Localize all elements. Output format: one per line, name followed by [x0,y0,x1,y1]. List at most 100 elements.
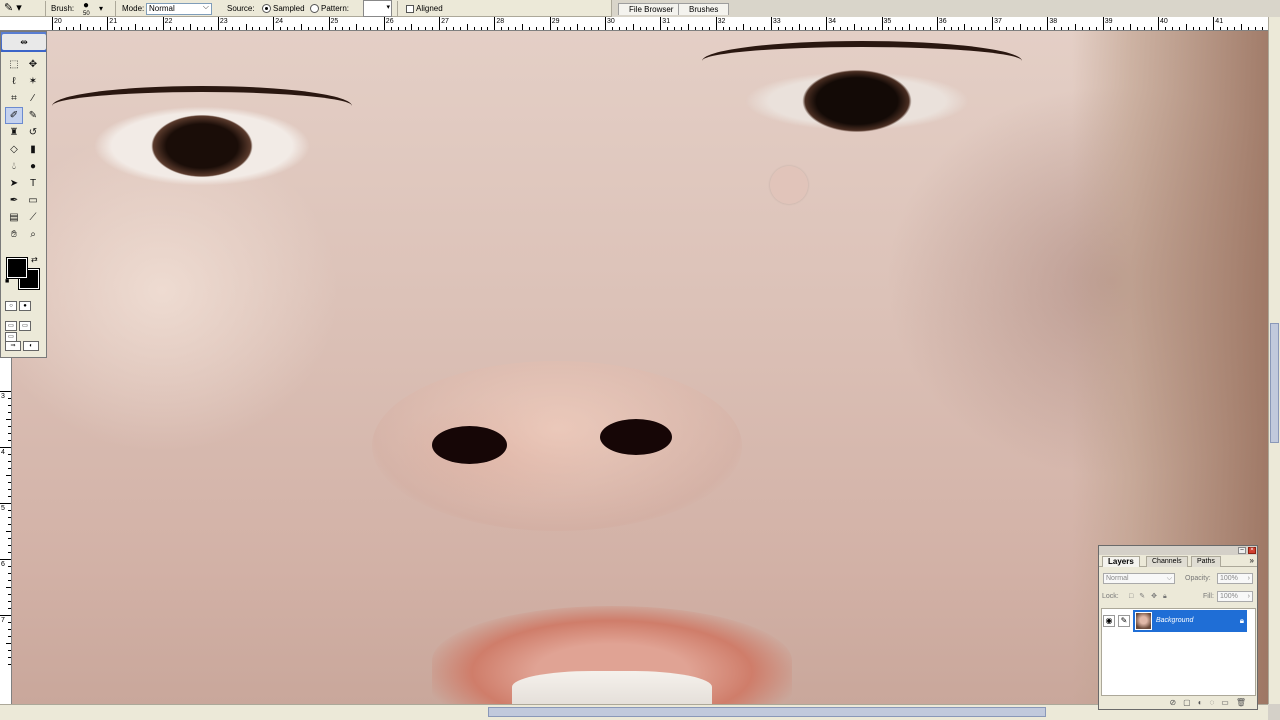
lock-controls[interactable]: □✎✥🔒︎ [1129,591,1173,603]
ruler-label: 28 [496,18,505,25]
ruler-major-tick [0,503,11,504]
tab-brushes[interactable]: Brushes [678,3,730,15]
mode-value: Normal [146,2,212,15]
pattern-label: Pattern: [321,4,350,13]
palette-menu-icon[interactable]: » [1250,556,1254,565]
brush-link-icon[interactable]: ✎ [1118,615,1130,627]
fill-field[interactable]: 100% › [1217,591,1253,602]
ruler-label: 27 [441,18,449,25]
minimize-icon[interactable]: – [1238,547,1246,554]
ruler-minor-tick [522,24,524,30]
zoom-tool-icon[interactable]: ⌕ [24,226,42,243]
toolbox-header[interactable]: ⇹ [1,32,46,52]
hand-tool-icon[interactable]: ✋︎ [5,226,23,243]
ruler-top: 20 21 22 23 24 25 26 27 28 29 30 31 32 33 34 35 36 37 38 39… [0,17,1268,31]
lock-icon: 🔒︎ [1239,616,1244,625]
history-brush-tool-icon[interactable]: ↺ [24,124,42,141]
horizontal-scrollbar[interactable] [0,704,1268,720]
marquee-tool-icon[interactable]: ⬚ [5,56,23,73]
photoshop-logo-icon[interactable]: ⇹ [2,34,46,50]
gradient-tool-icon[interactable]: ▮ [24,141,42,158]
crop-tool-icon[interactable]: ⌗ [5,90,23,107]
lasso-tool-icon[interactable]: ℓ [5,73,23,90]
mode-select[interactable]: Normal [146,2,212,15]
eye-icon[interactable]: ◉ [1103,615,1115,627]
move-tool-icon[interactable]: ✥ [24,56,42,73]
layer-row-background[interactable]: ◉ ✎ Background 🔒︎ [1101,610,1256,632]
pattern-picker[interactable]: ▾ [363,0,392,17]
palette-footer-buttons[interactable]: ⊘▢◐◌▭🗑︎ [1099,698,1257,710]
slice-tool-icon[interactable]: ∕ [24,90,42,107]
ruler-major-tick [0,391,11,392]
swap-colors-icon[interactable]: ⇄ [31,255,38,264]
fill-value: 100% [1220,593,1238,600]
opacity-field[interactable]: 100% › [1217,573,1253,584]
default-colors-icon[interactable]: ■ [5,278,9,285]
ruler-minor-tick [300,24,302,30]
ruler-minor-tick [356,24,358,30]
layer-thumbnail [1135,612,1152,630]
left-nostril [432,426,507,464]
ruler-major-tick [52,17,53,30]
clone-stamp-tool-icon[interactable]: ♜ [5,124,23,141]
ruler-minor-tick [743,24,745,30]
dodge-tool-icon[interactable]: ● [24,158,42,175]
ruler-label: 4 [1,449,5,456]
notes-tool-icon[interactable]: ▤ [5,209,23,226]
jump-to-imageready-icon[interactable]: ⇒ [5,341,21,351]
clone-stamp-icon[interactable]: ✎ ▾ [4,2,42,15]
screen-mode-controls: ▭ ▭▭ [5,320,45,342]
brush-tool-icon[interactable]: ✎ [24,107,42,124]
tab-channels[interactable]: Channels [1146,556,1188,567]
palette-titlebar[interactable]: – × [1099,546,1257,555]
standard-screen-icon[interactable]: ▭ [5,321,17,331]
ruler-major-tick [770,17,772,30]
quick-mask-icon[interactable]: ● [19,301,31,311]
ruler-major-tick [162,17,164,30]
path-selection-tool-icon[interactable]: ➤ [5,175,23,192]
imageready-icon[interactable]: ◐ [23,341,39,351]
blur-tool-icon[interactable]: 💧︎ [5,158,23,175]
tab-file-browser[interactable]: File Browser [618,3,685,15]
ruler-major-tick [383,17,385,30]
layer-selected[interactable]: Background 🔒︎ [1133,610,1247,632]
standard-mode-icon[interactable]: ○ [5,301,17,311]
full-screen-menu-icon[interactable]: ▭ [19,321,31,331]
ruler-label: 23 [219,18,228,25]
vertical-scrollbar[interactable] [1268,17,1280,704]
healing-brush-tool-icon[interactable]: ✐ [5,107,23,124]
shape-tool-icon[interactable]: ▭ [24,192,42,209]
sampled-radio[interactable]: Sampled [262,2,305,15]
pattern-radio[interactable]: Pattern: [310,2,349,15]
color-swatches[interactable]: ⇄ ■ [5,255,43,292]
vertical-scroll-thumb[interactable] [1270,323,1279,443]
eraser-tool-icon[interactable]: ◇ [5,141,23,158]
opacity-value: 100% [1220,575,1238,582]
divider [115,1,116,16]
lock-label: Lock: [1102,593,1119,600]
tab-layers[interactable]: Layers [1102,556,1140,567]
foreground-color[interactable] [6,257,28,279]
tab-paths[interactable]: Paths [1191,556,1221,567]
close-icon[interactable]: × [1248,547,1256,554]
ruler-minor-tick [687,24,689,30]
nose-tip [372,361,742,531]
ruler-label: 32 [717,18,726,25]
brush-label: Brush: [51,4,75,13]
document-canvas[interactable] [12,31,1268,704]
radio-icon [262,4,271,14]
type-tool-icon[interactable]: T [24,175,42,192]
magic-wand-tool-icon[interactable]: ✶ [24,73,42,90]
ruler-label: 22 [164,18,173,25]
pen-tool-icon[interactable]: ✒ [5,192,23,209]
brush-preset-picker[interactable]: ● 50 ▾ [80,0,106,17]
eyedropper-tool-icon[interactable]: ⟋ [24,209,42,226]
horizontal-scroll-thumb[interactable] [488,707,1046,717]
ruler-minor-tick [1130,24,1132,30]
blend-mode-select[interactable]: Normal ⌵ [1103,573,1175,584]
ruler-label: 35 [883,18,892,25]
aligned-checkbox[interactable]: Aligned [406,2,443,15]
right-nostril [600,419,672,455]
tool-grid: ⬚ ✥ ℓ ✶ ⌗ ∕ ✐ ✎ ♜ ↺ ◇ ▮ 💧︎ ● ➤ T ✒ ▭ ▤ ⟋ ✋︎ ⌕ [5,56,45,243]
left-eyelashes [52,86,352,126]
